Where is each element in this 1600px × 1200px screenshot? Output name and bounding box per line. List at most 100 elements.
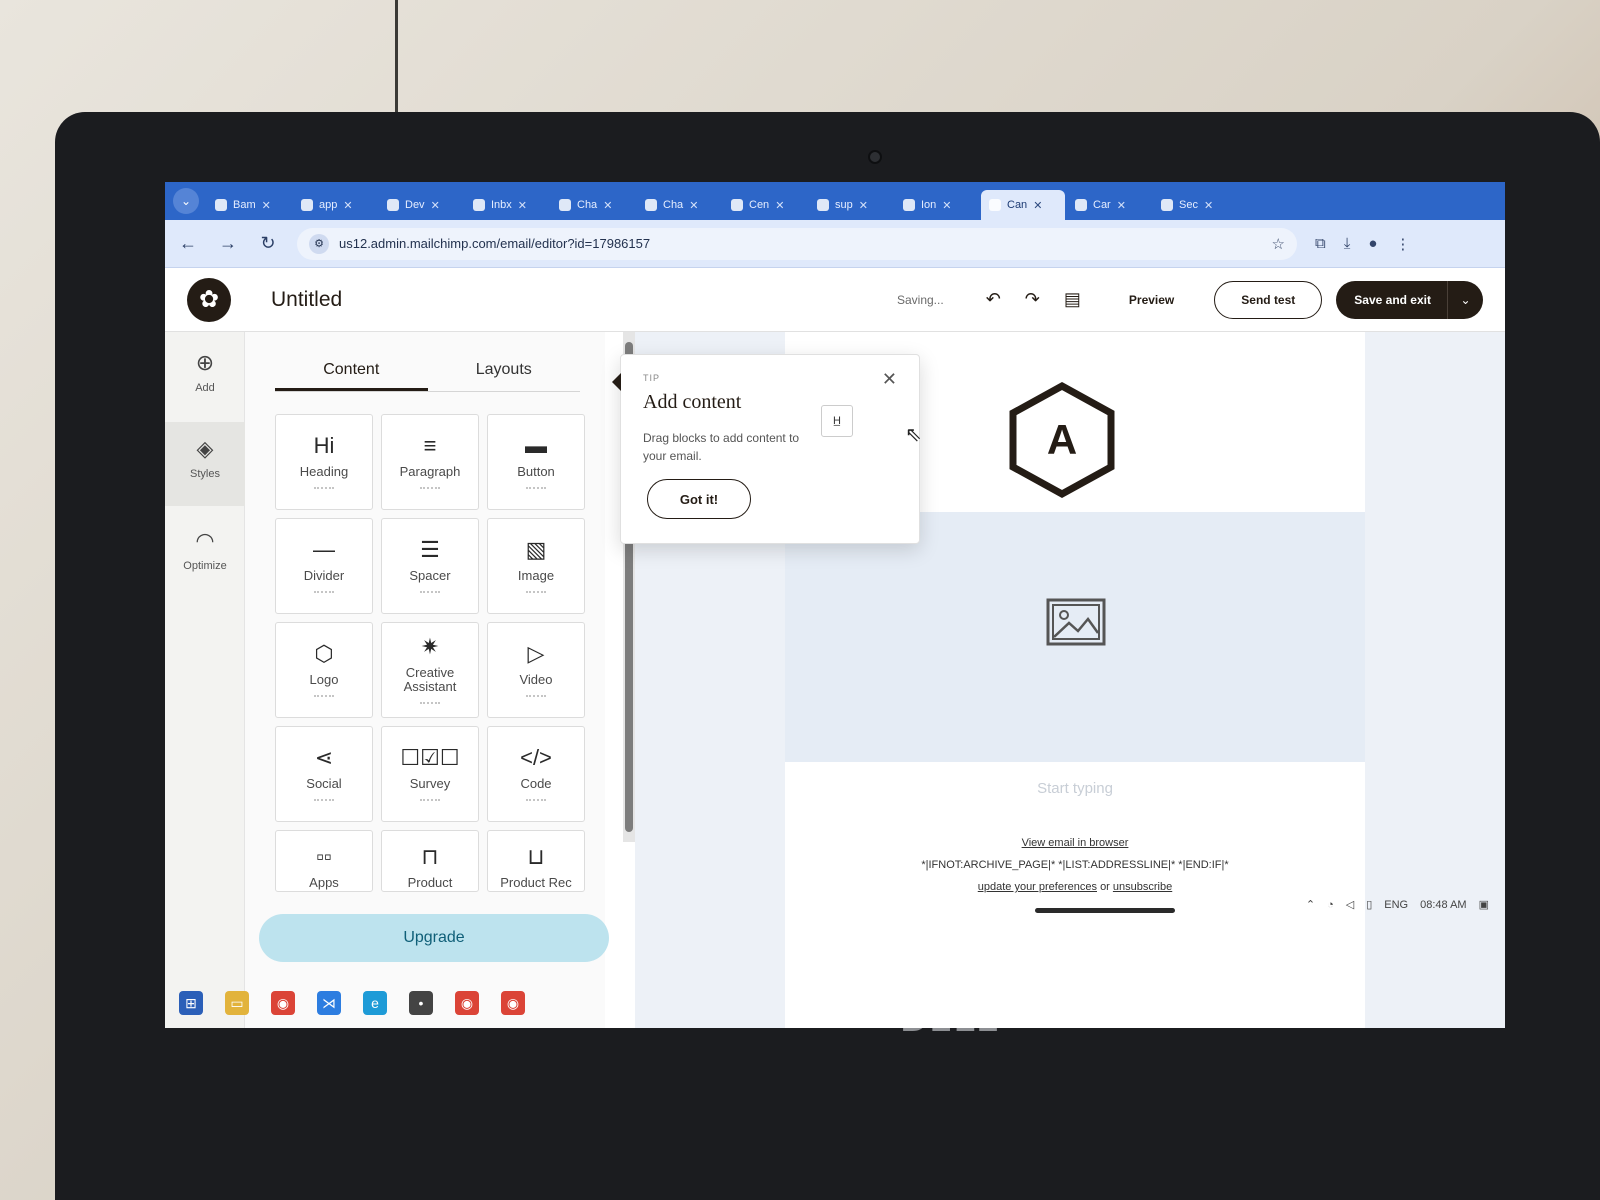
tab-layouts[interactable]: Layouts [428, 354, 581, 391]
close-icon[interactable]: ✕ [882, 369, 897, 390]
clock[interactable]: 08:48 AM [1420, 899, 1466, 911]
rail-add[interactable]: ⊕ Add [165, 350, 245, 410]
battery-icon[interactable]: ▯ [1366, 898, 1372, 911]
logo-block[interactable]: A [1007, 382, 1117, 498]
language-indicator[interactable]: ENG [1384, 899, 1408, 911]
content-block-spacer[interactable]: ☰ Spacer [381, 518, 479, 614]
rail-styles[interactable]: ◈ Styles [165, 422, 245, 506]
content-block-code[interactable]: </> Code [487, 726, 585, 822]
site-settings-icon[interactable]: ⚙ [309, 233, 329, 254]
browser-tab[interactable]: Sec ✕ [1153, 190, 1237, 220]
preview-button[interactable]: Preview [1129, 293, 1174, 307]
drag-handle[interactable] [420, 798, 440, 802]
tab-close-icon[interactable]: ✕ [1033, 199, 1042, 212]
page-title[interactable]: Untitled [271, 288, 342, 312]
tab-close-icon[interactable]: ✕ [262, 199, 271, 212]
redo-icon[interactable]: ↷ [1025, 289, 1040, 310]
content-block-product-rec[interactable]: ⊔ Product Rec [487, 830, 585, 892]
edge-icon[interactable]: e [363, 991, 387, 1015]
extensions-icon[interactable]: ⧉ [1315, 235, 1326, 252]
browser-tab[interactable]: Cha ✕ [551, 190, 635, 220]
browser-tab[interactable]: Can ✕ [981, 190, 1065, 220]
got-it-button[interactable]: Got it! [647, 479, 751, 519]
content-block-social[interactable]: ⋖ Social [275, 726, 373, 822]
profile-icon[interactable]: ● [1368, 235, 1377, 252]
drag-handle[interactable] [526, 798, 546, 802]
chrome-profile-icon[interactable]: ◉ [455, 991, 479, 1015]
speaker-icon[interactable]: ◁ [1346, 898, 1354, 911]
drag-handle[interactable] [314, 694, 334, 698]
canvas-scroll-indicator[interactable] [1035, 908, 1175, 913]
browser-tab[interactable]: Dev ✕ [379, 190, 463, 220]
drag-handle[interactable] [526, 694, 546, 698]
browser-tab[interactable]: Car ✕ [1067, 190, 1151, 220]
view-in-browser-link[interactable]: View email in browser [1022, 837, 1129, 849]
app-icon[interactable]: • [409, 991, 433, 1015]
browser-tab[interactable]: Cen ✕ [723, 190, 807, 220]
chrome-icon[interactable]: ◉ [271, 991, 295, 1015]
content-block-button[interactable]: ▬ Button [487, 414, 585, 510]
drag-handle[interactable] [314, 798, 334, 802]
drag-handle[interactable] [526, 590, 546, 594]
content-block-divider[interactable]: ― Divider [275, 518, 373, 614]
tab-content[interactable]: Content [275, 354, 428, 391]
undo-icon[interactable]: ↶ [986, 289, 1001, 310]
bookmark-star-icon[interactable]: ☆ [1272, 235, 1285, 253]
comments-icon[interactable]: ▤ [1064, 289, 1081, 310]
download-icon[interactable]: ⤓ [1344, 235, 1351, 252]
tab-close-icon[interactable]: ✕ [343, 199, 352, 212]
drag-handle[interactable] [314, 590, 334, 594]
browser-tab[interactable]: sup ✕ [809, 190, 893, 220]
content-block-image[interactable]: ▧ Image [487, 518, 585, 614]
browser-menu-icon[interactable]: ⋮ [1395, 235, 1410, 253]
wifi-icon[interactable]: ◔ [1327, 899, 1334, 911]
start-icon[interactable]: ⊞ [179, 991, 203, 1015]
save-and-exit-button[interactable]: Save and exit ⌄ [1336, 280, 1483, 319]
content-block-paragraph[interactable]: ≡ Paragraph [381, 414, 479, 510]
tab-close-icon[interactable]: ✕ [859, 199, 868, 212]
drag-handle[interactable] [420, 590, 440, 594]
tab-close-icon[interactable]: ✕ [1204, 199, 1213, 212]
content-block-product[interactable]: ⊓ Product [381, 830, 479, 892]
browser-tab[interactable]: Ion ✕ [895, 190, 979, 220]
notifications-icon[interactable]: ▣ [1479, 898, 1489, 911]
browser-tab[interactable]: Cha ✕ [637, 190, 721, 220]
upgrade-button[interactable]: Upgrade [259, 914, 609, 962]
tab-close-icon[interactable]: ✕ [942, 199, 951, 212]
tab-close-icon[interactable]: ✕ [689, 199, 698, 212]
save-and-exit-label[interactable]: Save and exit [1336, 281, 1447, 319]
back-icon[interactable]: ← [177, 233, 199, 254]
drag-handle[interactable] [420, 486, 440, 490]
tab-close-icon[interactable]: ✕ [775, 199, 784, 212]
vscode-icon[interactable]: ⋊ [317, 991, 341, 1015]
content-block-video[interactable]: ▷ Video [487, 622, 585, 718]
mailchimp-logo[interactable]: ✿ [187, 277, 231, 322]
tab-close-icon[interactable]: ✕ [431, 199, 440, 212]
browser-tab[interactable]: Inbx ✕ [465, 190, 549, 220]
drag-handle[interactable] [420, 701, 440, 705]
content-block-apps[interactable]: ▫▫ Apps [275, 830, 373, 892]
content-block-survey[interactable]: ☐☑☐ Survey [381, 726, 479, 822]
content-block-logo[interactable]: ⬡ Logo [275, 622, 373, 718]
tab-close-icon[interactable]: ✕ [603, 199, 612, 212]
file-explorer-icon[interactable]: ▭ [225, 991, 249, 1015]
tab-search-icon[interactable]: ⌄ [173, 188, 199, 214]
reload-icon[interactable]: ↻ [257, 233, 279, 254]
content-block-heading[interactable]: Hi Heading [275, 414, 373, 510]
chevron-down-icon[interactable]: ⌄ [1447, 280, 1483, 319]
tray-chevron-icon[interactable]: ⌃ [1306, 898, 1315, 911]
browser-tab[interactable]: app ✕ [293, 190, 377, 220]
unsubscribe-link[interactable]: unsubscribe [1113, 881, 1172, 893]
text-block-placeholder[interactable]: Start typing [785, 780, 1365, 797]
chrome-profile-2-icon[interactable]: ◉ [501, 991, 525, 1015]
update-preferences-link[interactable]: update your preferences [978, 881, 1097, 893]
drag-handle[interactable] [314, 486, 334, 490]
rail-optimize[interactable]: ◠ Optimize [165, 528, 245, 588]
tab-close-icon[interactable]: ✕ [518, 199, 527, 212]
image-block[interactable] [785, 512, 1365, 762]
address-bar[interactable]: ⚙ us12.admin.mailchimp.com/email/editor?… [297, 227, 1297, 260]
tab-close-icon[interactable]: ✕ [1117, 199, 1126, 212]
drag-handle[interactable] [526, 486, 546, 490]
content-block-creative-assistant[interactable]: ✷ Creative Assistant [381, 622, 479, 718]
browser-tab[interactable]: Bam ✕ [207, 190, 291, 220]
